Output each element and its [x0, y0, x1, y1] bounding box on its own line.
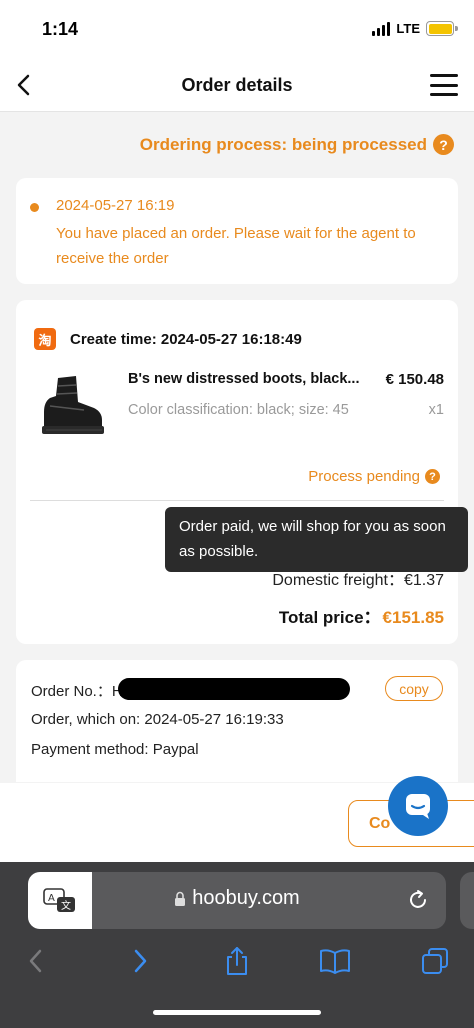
tabs-icon [422, 948, 448, 974]
divider [30, 500, 444, 501]
status-bar: 1:14 LTE [0, 0, 474, 60]
nav-header: Order details [0, 60, 474, 112]
address-bar[interactable]: A 文 hoobuy.com [28, 872, 446, 929]
lock-icon [175, 891, 186, 906]
share-icon [227, 947, 247, 975]
page-title: Order details [181, 75, 293, 95]
payment-method: Payment method: Paypal [31, 741, 199, 758]
reload-icon[interactable] [406, 888, 430, 912]
help-icon[interactable]: ? [425, 469, 440, 484]
network-label: LTE [396, 21, 420, 36]
browser-forward-button[interactable] [122, 944, 156, 978]
url-display[interactable]: hoobuy.com [28, 887, 446, 910]
tooltip: Order paid, we will shop for you as soon… [165, 507, 468, 572]
process-status: Ordering process: being processed ? [140, 134, 454, 155]
taobao-icon: 淘 [34, 328, 56, 350]
chat-icon [406, 794, 430, 819]
next-tab-preview[interactable] [460, 872, 474, 929]
product-price: € 150.48 [385, 371, 444, 388]
process-status-label: Ordering process: being processed [139, 134, 427, 154]
product-quantity: x1 [428, 402, 444, 418]
product-image[interactable] [36, 372, 108, 438]
menu-icon[interactable] [430, 74, 458, 96]
browser-back-button[interactable] [20, 944, 54, 978]
book-icon [320, 949, 350, 974]
chat-button[interactable] [388, 776, 448, 836]
order-info-card: Order No.：H copy Order, which on: 2024-0… [16, 660, 458, 782]
total-price-row: Total price： €151.85 [279, 603, 444, 628]
status-time: 1:14 [42, 19, 79, 39]
timeline-message: You have placed an order. Please wait fo… [56, 225, 416, 267]
timeline-dot [30, 203, 39, 212]
total-price-value: €151.85 [382, 608, 444, 627]
tabs-button[interactable] [418, 944, 452, 978]
total-price-label: Total price： [278, 608, 381, 627]
create-time: Create time: 2024-05-27 16:18:49 [70, 331, 302, 348]
browser-toolbar [0, 940, 474, 984]
process-pending[interactable]: Process pending ? [308, 468, 440, 485]
home-indicator [153, 1010, 321, 1015]
timeline-card: 2024-05-27 16:19 You have placed an orde… [16, 178, 458, 284]
browser-bar: A 文 hoobuy.com [0, 862, 474, 1028]
order-card: 淘 Create time: 2024-05-27 16:18:49 B's n… [16, 300, 458, 644]
chevron-left-icon [29, 949, 42, 973]
timeline-time: 2024-05-27 16:19 [56, 197, 175, 214]
bookmarks-button[interactable] [318, 944, 352, 978]
redaction-mark [118, 678, 350, 700]
product-name[interactable]: B's new distressed boots, black... [128, 371, 368, 387]
order-number: Order No.：H [31, 683, 123, 700]
chevron-right-icon [134, 949, 147, 973]
share-button[interactable] [220, 944, 254, 978]
battery-icon [426, 21, 458, 36]
signal-icon [372, 21, 391, 36]
help-icon[interactable]: ? [433, 134, 454, 155]
copy-button[interactable]: copy [385, 676, 443, 701]
status-indicators: LTE [372, 21, 458, 36]
url-text: hoobuy.com [192, 887, 300, 909]
process-pending-label: Process pending [308, 468, 420, 485]
product-spec: Color classification: black; size: 45 [128, 402, 349, 418]
order-time: Order, which on: 2024-05-27 16:19:33 [31, 711, 284, 728]
